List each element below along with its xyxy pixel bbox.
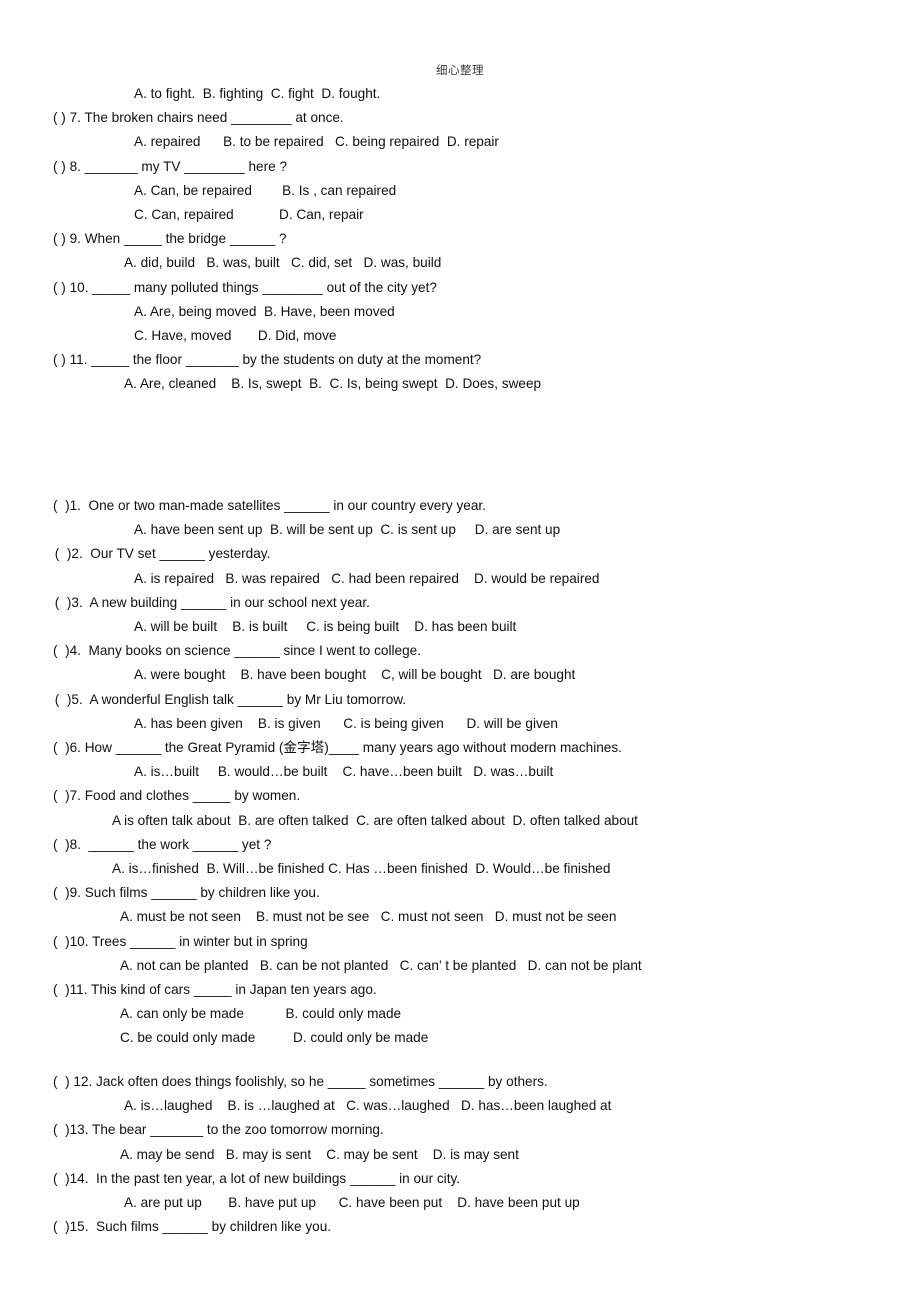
question-group-b-line-19: ( )10. Trees ______ in winter but in spr… [53,933,308,949]
question-group-b-line-11: ( )6. How ______ the Great Pyramid (金字塔)… [53,740,622,756]
question-group-c-line-4: A. may be send B. may is sent C. may be … [120,1146,519,1162]
question-group-c-line-7: ( )15. Such films ______ by children lik… [53,1219,332,1235]
question-group-c-line-1: ( ) 12. Jack often does things foolishly… [53,1074,548,1089]
document-page: 细心整理 A. to fight. B. fighting C. fight D… [0,0,920,1302]
question-group-c-line-2: A. is…laughed B. is …laughed at C. was…l… [124,1098,612,1114]
question-group-b-line-17: ( )9. Such films ______ by children like… [53,885,320,901]
question-group-b-line-1: ( )1. One or two man-made satellites ___… [53,498,486,513]
section-three: ( ) 12. Jack often does things foolishly… [0,1070,920,1239]
question-group-a-line-13: A. Are, cleaned B. Is, swept B. C. Is, b… [124,376,542,392]
question-group-a-line-3: A. repaired B. to be repaired C. being r… [134,134,499,150]
question-group-b-line-10: A. has been given B. is given C. is bein… [134,715,558,731]
question-group-b-line-22: A. can only be made B. could only made [120,1006,402,1022]
question-group-b-line-7: ( )4. Many books on science ______ since… [53,643,421,659]
section-two-lines: ( )1. One or two man-made satellites ___… [0,494,920,1051]
section-one: A. to fight. B. fighting C. fight D. fou… [0,82,920,397]
question-group-a-line-2: ( ) 7. The broken chairs need ________ a… [53,110,344,126]
question-group-b-line-20: A. not can be planted B. can be not plan… [120,957,642,973]
question-group-b-line-8: A. were bought B. have been bought C, wi… [134,667,576,683]
section-three-lines: ( ) 12. Jack often does things foolishly… [0,1070,920,1239]
question-group-a-line-8: A. did, build B. was, built C. did, set … [124,255,442,271]
question-group-b-line-6: A. will be built B. is built C. is being… [134,619,517,635]
question-group-b-line-15: ( )8. ______ the work ______ yet ? [53,836,272,852]
section-two: ( )1. One or two man-made satellites ___… [0,494,920,1051]
question-group-b-line-2: A. have been sent up B. will be sent up … [134,522,561,538]
question-group-a-line-5: A. Can, be repaired B. Is , can repaired [134,182,397,198]
question-group-a-line-10: A. Are, being moved B. Have, been moved [134,303,395,319]
question-group-b-line-23: C. be could only made D. could only be m… [120,1030,429,1046]
question-group-a-line-4: ( ) 8. _______ my TV ________ here ? [53,158,288,174]
question-group-a-line-11: C. Have, moved D. Did, move [134,328,337,344]
question-group-a-line-7: ( ) 9. When _____ the bridge ______ ? [53,231,287,247]
question-group-a-line-6: C. Can, repaired D. Can, repair [134,207,364,223]
question-group-a-line-12: ( ) 11. _____ the floor _______ by the s… [53,352,482,368]
question-group-c-line-6: A. are put up B. have put up C. have bee… [124,1195,580,1211]
question-group-b-line-9: ( )5. A wonderful English talk ______ by… [51,691,407,707]
question-group-c-line-3: ( )13. The bear _______ to the zoo tomor… [53,1122,384,1138]
question-group-b-line-12: A. is…built B. would…be built C. have…be… [134,764,554,780]
question-group-b-line-21: ( )11. This kind of cars _____ in Japan … [53,982,377,998]
question-group-a-line-1: A. to fight. B. fighting C. fight D. fou… [134,86,381,101]
question-group-b-line-5: ( )3. A new building ______ in our schoo… [51,594,370,610]
question-group-b-line-13: ( )7. Food and clothes _____ by women. [53,788,301,804]
question-group-b-line-14: A is often talk about B. are often talke… [112,812,638,828]
question-group-c-line-5: ( )14. In the past ten year, a lot of ne… [53,1170,461,1186]
section-one-lines: A. to fight. B. fighting C. fight D. fou… [0,82,920,397]
question-group-b-line-3: ( )2. Our TV set ______ yesterday. [51,546,271,562]
question-group-b-line-4: A. is repaired B. was repaired C. had be… [134,570,600,586]
question-group-a-line-9: ( ) 10. _____ many polluted things _____… [53,279,437,295]
question-group-b-line-16: A. is…finished B. Will…be finished C. Ha… [112,861,611,877]
page-header: 细心整理 [436,65,484,77]
question-group-b-line-18: A. must be not seen B. must not be see C… [120,909,617,925]
